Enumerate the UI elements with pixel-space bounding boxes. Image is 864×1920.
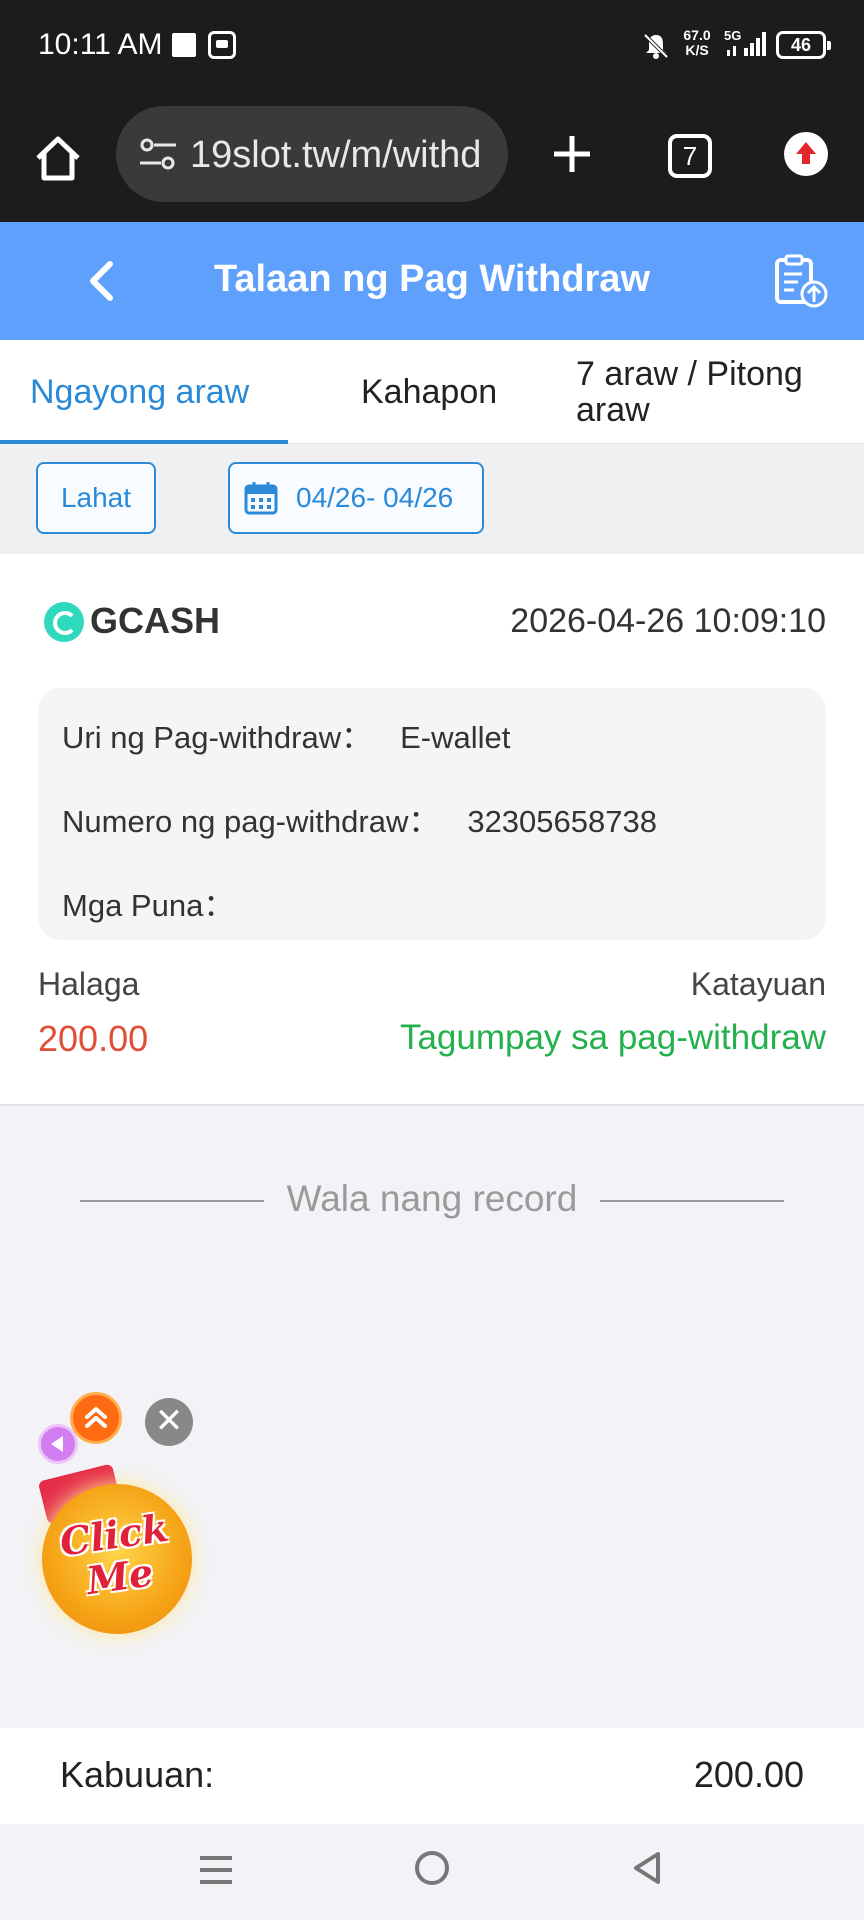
address-bar[interactable]: 19slot.tw/m/withd [116, 106, 508, 202]
system-nav-bar [0, 1824, 864, 1920]
speed-value: 67.0 [683, 27, 711, 43]
tab-today[interactable]: Ngayong araw [30, 340, 249, 444]
withdraw-type-label: Uri ng Pag-withdraw： [62, 720, 373, 755]
total-bar: Kabuuan: 200.00 [0, 1728, 864, 1824]
app-header: Talaan ng Pag Withdraw [0, 222, 864, 340]
tab-switcher-button[interactable]: 7 [668, 134, 712, 178]
amount-value: 200.00 [38, 1018, 149, 1059]
status-label: Katayuan [690, 966, 826, 1002]
home-icon[interactable] [30, 130, 86, 186]
speed-unit: K/S [685, 42, 709, 58]
status-value: Tagumpay sa pag-withdraw [399, 1018, 826, 1057]
play-left-icon [51, 1436, 63, 1452]
status-bar: 10:11 AM 67.0 K/S 5G 46 [0, 0, 864, 92]
browser-toolbar: 19slot.tw/m/withd 7 [0, 92, 864, 222]
extension-button[interactable] [784, 132, 828, 176]
double-chevron-up-icon [85, 1407, 107, 1428]
network-type: 5G [724, 28, 741, 43]
withdraw-number-row: Numero ng pag-withdraw： 32305658738 [62, 796, 657, 841]
back-chevron-icon[interactable] [76, 254, 130, 308]
page-title: Talaan ng Pag Withdraw [214, 258, 650, 300]
site-settings-icon[interactable] [138, 136, 178, 172]
divider-right [600, 1200, 784, 1202]
withdraw-type-value: E-wallet [400, 720, 511, 755]
upload-arrow-icon [796, 142, 816, 164]
url-text[interactable]: 19slot.tw/m/withd [190, 134, 496, 177]
calendar-icon [244, 482, 278, 515]
withdraw-number-label: Numero ng pag-withdraw： [62, 804, 440, 839]
no-more-text: Wala nang record [286, 1178, 578, 1219]
tab-yesterday[interactable]: Kahapon [361, 340, 497, 444]
close-float-button[interactable]: ✕ [145, 1398, 193, 1446]
provider-name: GCASH [90, 600, 221, 641]
gcash-logo-icon [44, 602, 84, 642]
tab-7-days[interactable]: 7 araw / Pitong araw [576, 340, 846, 444]
home-circle-icon[interactable] [412, 1848, 452, 1888]
date-range-button[interactable]: 04/26- 04/26 [228, 462, 484, 534]
signal-5g-icon: 5G [724, 28, 766, 56]
remarks-row: Mga Puna： [62, 880, 262, 925]
record-datetime: 2026-04-26 10:09:10 [510, 602, 826, 640]
recent-apps-icon[interactable] [196, 1850, 236, 1890]
date-tabs: Ngayong araw Kahapon 7 araw / Pitong ara… [0, 340, 864, 444]
back-triangle-icon[interactable] [628, 1848, 668, 1888]
total-value: 200.00 [693, 1754, 804, 1795]
click-me-text: Click Me [37, 1504, 197, 1608]
filter-row: Lahat 04/26- 04/26 [0, 444, 864, 554]
clipboard-export-icon[interactable] [772, 252, 830, 310]
withdraw-number-value: 32305658738 [467, 804, 657, 839]
withdraw-type-row: Uri ng Pag-withdraw： E-wallet [62, 712, 510, 757]
bell-muted-icon [643, 33, 669, 59]
record-details: Uri ng Pag-withdraw： E-wallet Numero ng p… [38, 688, 826, 940]
gallery-notification-icon [208, 31, 236, 59]
amount-label: Halaga [38, 966, 140, 1002]
total-label: Kabuuan: [60, 1754, 215, 1795]
no-more-records: Wala nang record [0, 1170, 864, 1230]
status-time: 10:11 AM [38, 28, 163, 61]
notification-square-icon [172, 33, 196, 57]
remarks-label: Mga Puna： [62, 888, 235, 923]
network-speed: 67.0 K/S [680, 28, 714, 58]
date-range-text: 04/26- 04/26 [296, 482, 454, 513]
new-tab-plus-icon[interactable] [546, 128, 598, 180]
filter-all-button[interactable]: Lahat [36, 462, 156, 534]
scroll-top-button[interactable] [70, 1392, 122, 1444]
click-me-promo-button[interactable]: Click Me [37, 1463, 192, 1634]
battery-icon: 46 [776, 31, 831, 59]
withdraw-record-card[interactable]: GCASH 2026-04-26 10:09:10 Uri ng Pag-wit… [0, 554, 864, 1106]
